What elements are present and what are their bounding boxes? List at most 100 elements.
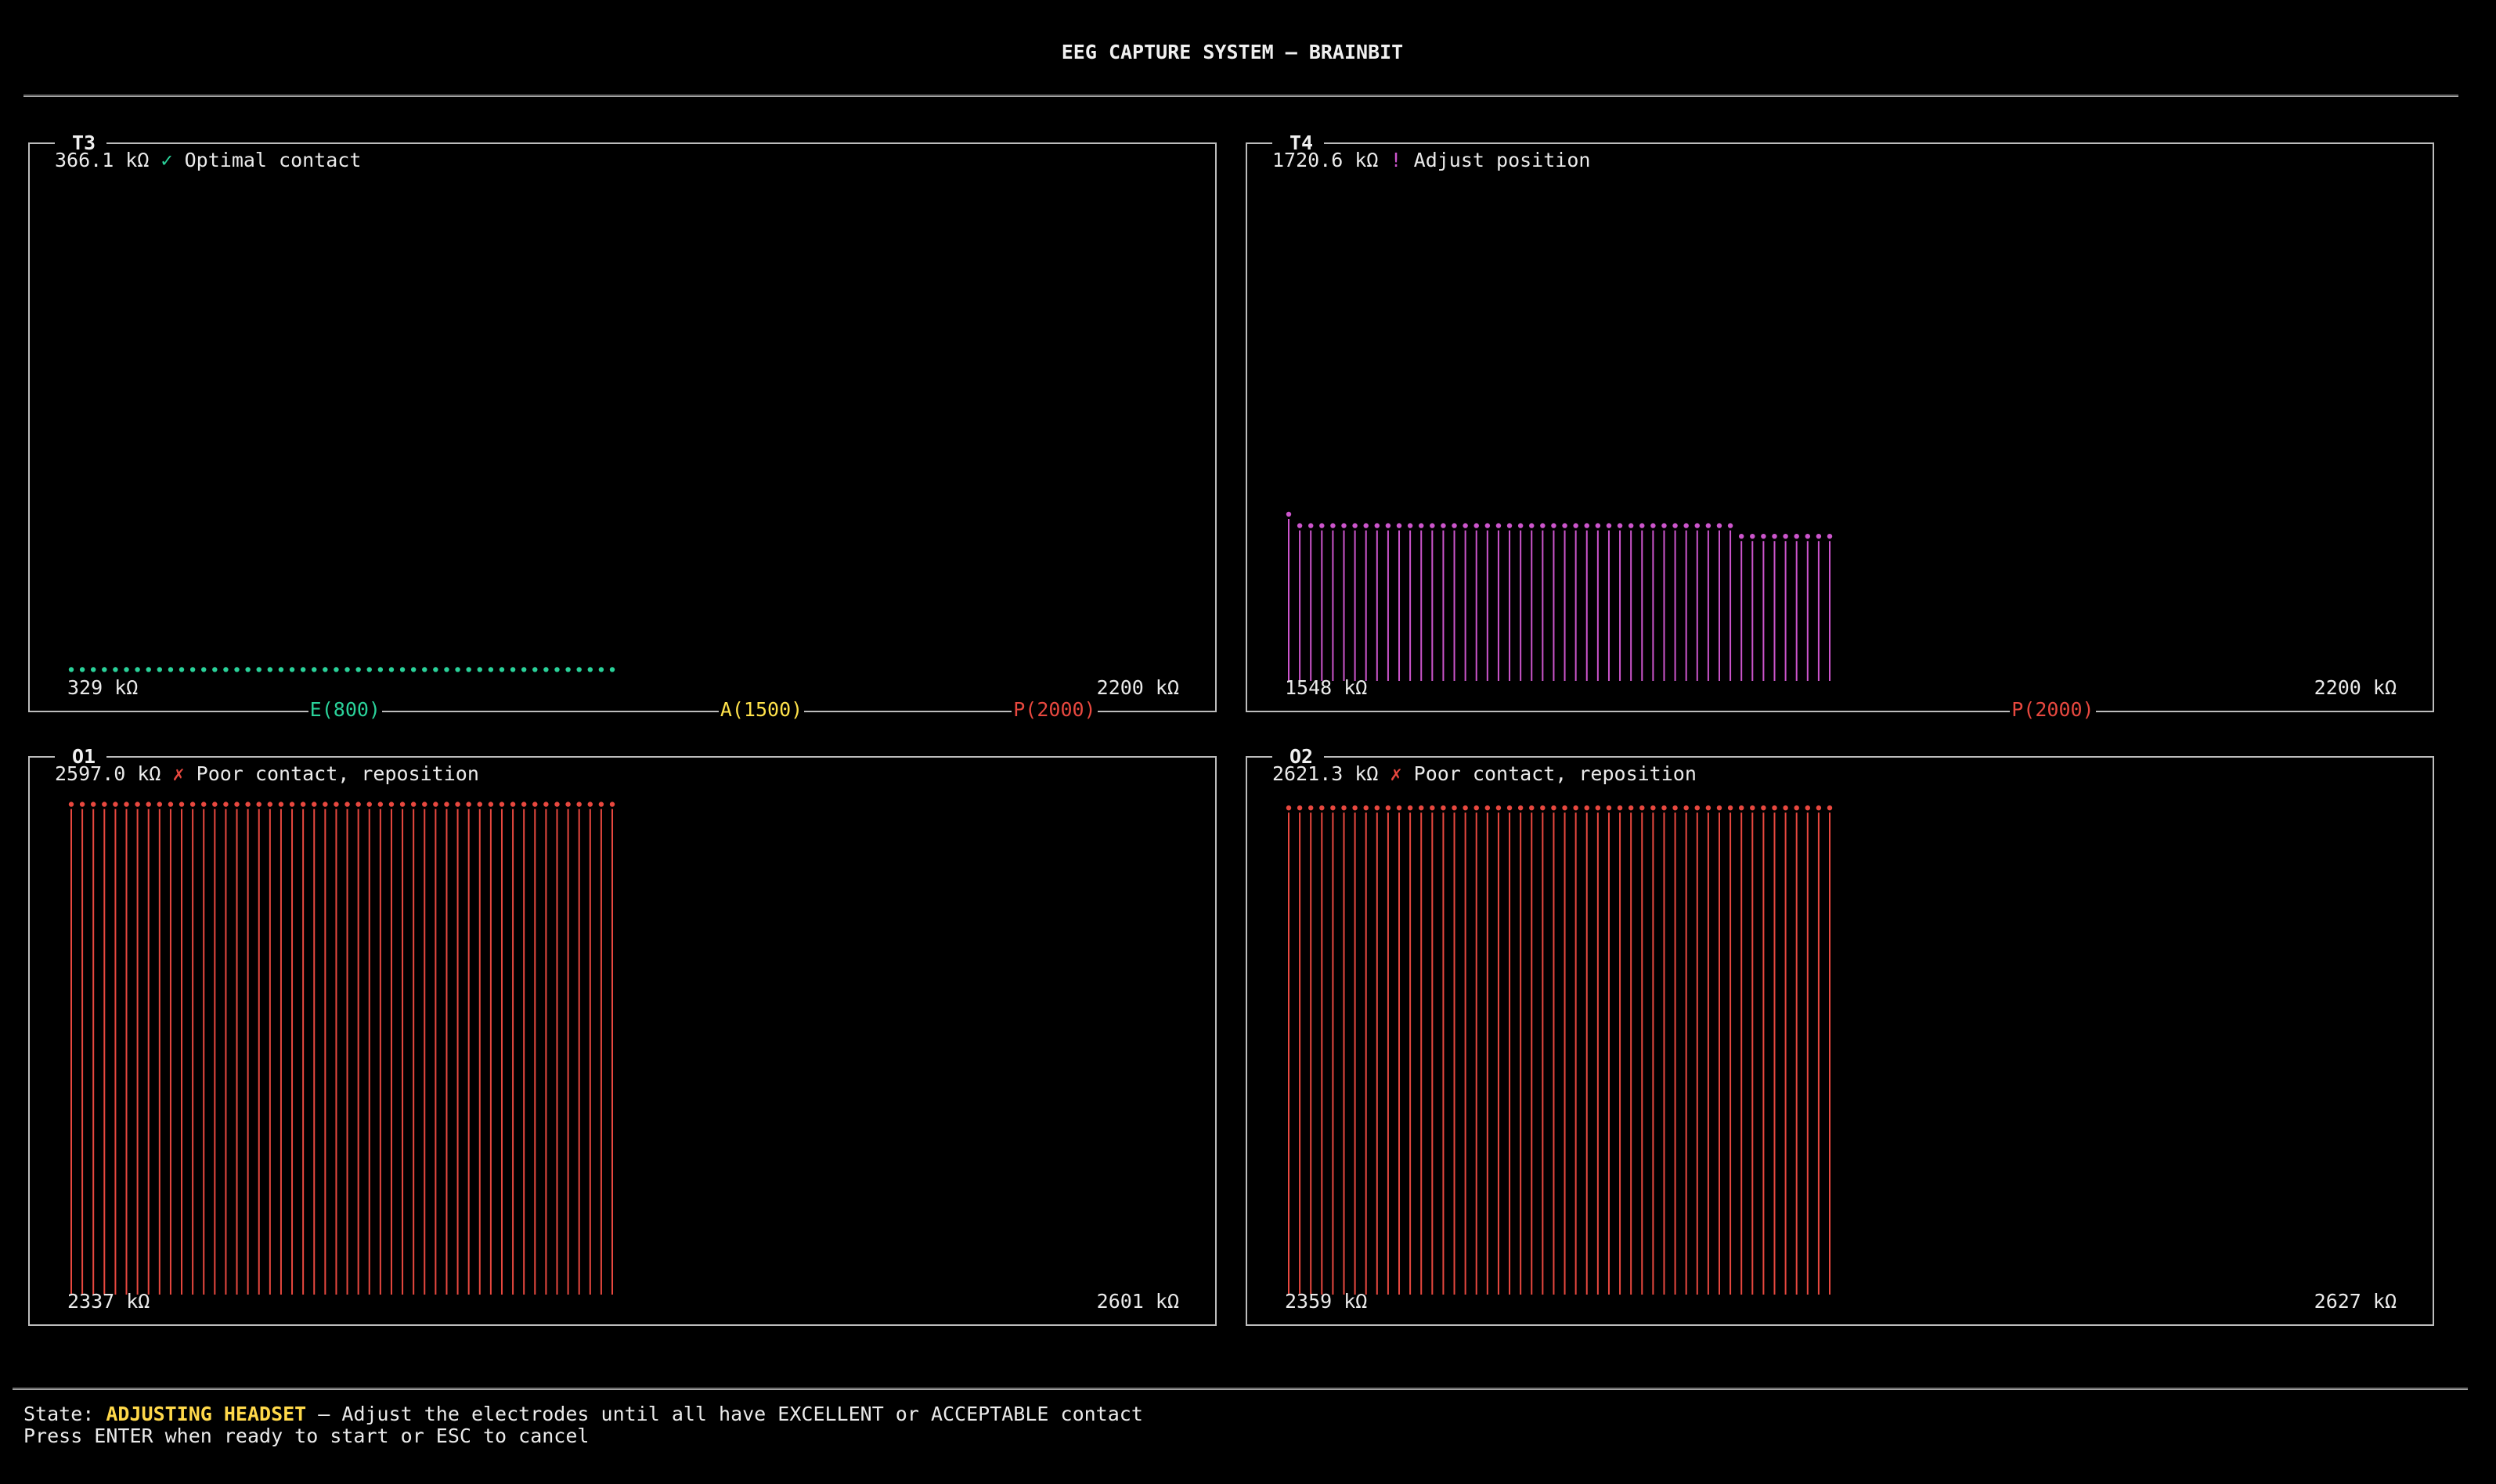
sample-point xyxy=(1452,805,1457,811)
channel-panel-t4: T4 1720.6 kΩ ! Adjust position 1548 kΩ 2200… xyxy=(1246,131,2434,721)
sample-point xyxy=(79,801,85,807)
sample-point xyxy=(1672,523,1678,528)
sample-point xyxy=(1385,805,1391,811)
sample-point xyxy=(1705,805,1711,811)
sample-point xyxy=(1430,523,1435,528)
threshold-label: A(1500) xyxy=(718,698,805,721)
sample-point xyxy=(1407,805,1413,811)
range-min-label: 2359 kΩ xyxy=(1285,1290,1368,1313)
sample-point xyxy=(1794,533,1799,539)
sample-point xyxy=(377,667,384,672)
sample-point xyxy=(256,801,262,807)
sample-point xyxy=(388,667,395,672)
sample-point xyxy=(1628,805,1634,811)
sample-point xyxy=(1683,805,1689,811)
threshold-label: P(2000) xyxy=(2010,698,2096,721)
sample-point xyxy=(344,801,350,807)
sample-point xyxy=(422,667,427,672)
sample-point xyxy=(576,667,582,672)
sample-point xyxy=(1805,533,1810,539)
sample-point xyxy=(410,801,417,807)
sample-point xyxy=(587,667,593,672)
sample-point xyxy=(1573,523,1578,528)
sample-point xyxy=(68,801,74,807)
sample-point xyxy=(1783,805,1788,811)
sample-point xyxy=(499,801,505,807)
sample-point xyxy=(499,667,505,672)
sample-point xyxy=(113,801,118,807)
sample-point xyxy=(323,667,328,672)
sample-point xyxy=(1683,523,1689,528)
sample-point xyxy=(488,801,494,807)
sample-point xyxy=(355,667,361,672)
sample-point xyxy=(1761,533,1766,539)
app-title: EEG CAPTURE SYSTEM – BRAINBIT xyxy=(1061,41,1404,63)
sample-point xyxy=(1606,523,1612,528)
sample-point xyxy=(554,801,560,807)
sample-point xyxy=(334,667,339,672)
sample-point xyxy=(1495,805,1502,811)
sample-point xyxy=(377,801,384,807)
sample-point xyxy=(444,801,449,807)
sample-point xyxy=(189,801,196,807)
range-max-label: 2601 kΩ xyxy=(1096,1290,1179,1313)
sample-point xyxy=(1551,805,1556,811)
sample-point xyxy=(189,667,196,672)
sample-point xyxy=(1374,523,1380,528)
sample-point xyxy=(1506,523,1513,528)
sample-point xyxy=(355,801,361,807)
sample-point xyxy=(1694,805,1700,811)
sample-point xyxy=(1363,523,1369,528)
sample-point xyxy=(124,801,129,807)
sample-point xyxy=(1562,805,1567,811)
range-max-label: 2200 kΩ xyxy=(1096,676,1179,699)
sample-point xyxy=(1419,805,1424,811)
sample-point xyxy=(312,667,317,672)
sample-point xyxy=(1595,523,1601,528)
sample-point xyxy=(1529,523,1535,528)
sample-point xyxy=(1617,523,1623,528)
sample-point xyxy=(399,667,406,672)
sample-point xyxy=(399,801,406,807)
sample-point xyxy=(124,667,129,672)
sample-point xyxy=(1551,523,1556,528)
sample-point xyxy=(477,667,482,672)
sample-point xyxy=(1430,805,1435,811)
sample-point xyxy=(234,801,240,807)
sample-point xyxy=(565,667,571,672)
sample-point xyxy=(1661,805,1667,811)
sample-point xyxy=(1407,523,1413,528)
sample-point xyxy=(245,667,251,672)
sample-point xyxy=(587,801,593,807)
sample-point xyxy=(1529,805,1535,811)
impedance-chart xyxy=(68,801,615,1295)
sample-point xyxy=(1562,523,1567,528)
impedance-chart xyxy=(1286,805,1833,1295)
state-description: – Adjust the electrodes until all have E… xyxy=(306,1403,1143,1425)
sample-point xyxy=(1473,805,1479,811)
sample-point xyxy=(1419,523,1424,528)
sample-point xyxy=(212,667,218,672)
sample-point xyxy=(1452,523,1457,528)
sample-point xyxy=(366,667,372,672)
state-label: State: xyxy=(23,1403,106,1425)
sample-point xyxy=(1716,805,1722,811)
sample-point xyxy=(1517,805,1524,811)
sample-point xyxy=(267,667,273,672)
sample-point xyxy=(135,667,140,672)
sample-point xyxy=(1341,805,1347,811)
sample-point xyxy=(223,667,229,672)
sample-point xyxy=(223,801,229,807)
sample-point xyxy=(510,667,516,672)
sample-point xyxy=(1319,805,1325,811)
sample-point xyxy=(157,801,163,807)
sample-point xyxy=(366,801,372,807)
sample-point xyxy=(1750,533,1755,539)
sample-point xyxy=(1738,805,1744,811)
sample-point xyxy=(1628,523,1634,528)
sample-point xyxy=(168,667,174,672)
sample-point xyxy=(1374,805,1380,811)
sample-point xyxy=(300,801,306,807)
sample-point xyxy=(1473,523,1479,528)
range-max-label: 2627 kΩ xyxy=(2314,1290,2397,1313)
